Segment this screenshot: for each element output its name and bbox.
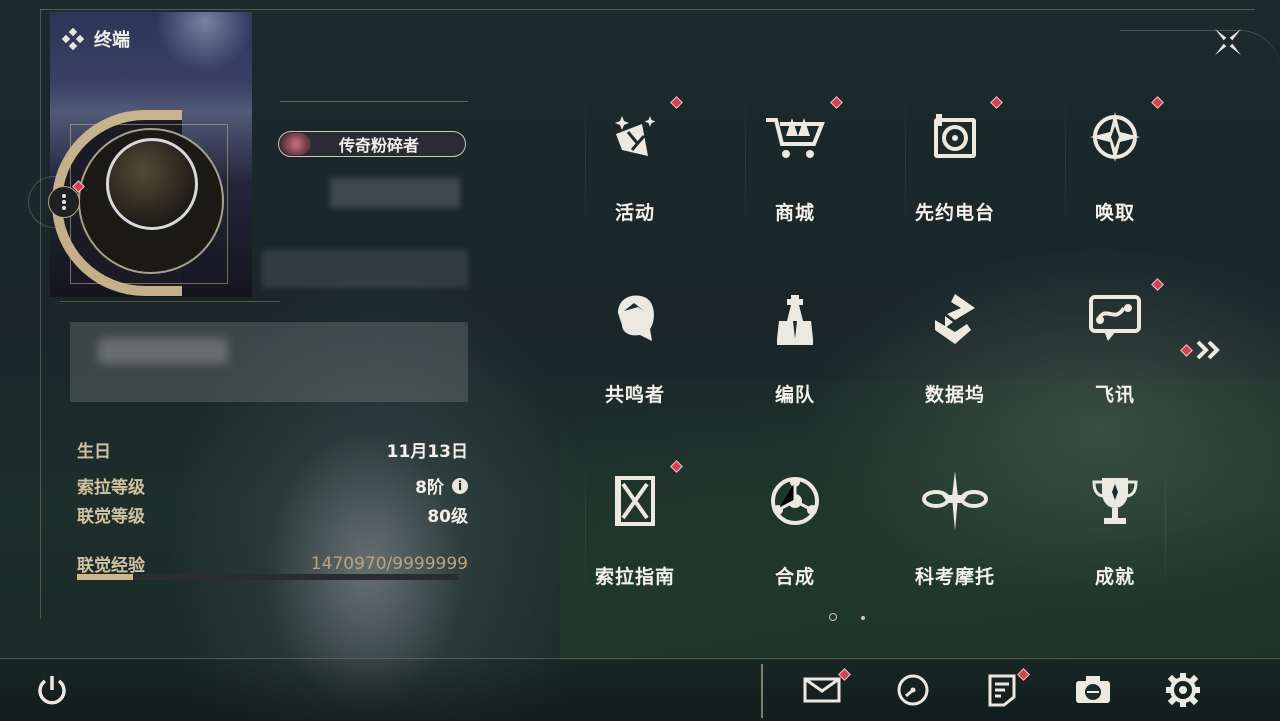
birthday-row: 生日 11月13日 bbox=[77, 437, 468, 462]
menu-item-label: 先约电台 bbox=[914, 202, 995, 224]
menu-item-label: 合成 bbox=[774, 566, 815, 588]
settings-button[interactable] bbox=[1161, 668, 1205, 712]
terminal-title-text: 终端 bbox=[94, 30, 130, 51]
camera-button[interactable] bbox=[1071, 668, 1115, 712]
power-button[interactable] bbox=[30, 668, 74, 712]
bottom-divider bbox=[761, 664, 763, 718]
union-exp-progress-fill bbox=[77, 574, 134, 580]
menu-item-label: 编队 bbox=[774, 384, 815, 406]
title-emblem-icon bbox=[281, 133, 311, 155]
menu-item-resonator[interactable]: 共鸣者 bbox=[560, 272, 710, 422]
clock-icon bbox=[897, 674, 929, 706]
title-badge-button[interactable]: 传奇粉碎者 bbox=[278, 131, 466, 157]
guide-book-icon bbox=[600, 466, 670, 536]
avatar-figure bbox=[106, 138, 198, 230]
menu-item-event[interactable]: 活动 bbox=[560, 90, 710, 240]
sola-level-value: 8阶 bbox=[415, 478, 444, 498]
camera-icon bbox=[1076, 676, 1110, 703]
menu-item-guide[interactable]: 索拉指南 bbox=[560, 454, 710, 604]
synthesis-icon bbox=[760, 466, 830, 536]
radio-icon bbox=[920, 102, 990, 172]
union-level-row: 联觉等级 80级 bbox=[77, 502, 468, 527]
menu-item-label: 唤取 bbox=[1094, 202, 1135, 224]
menu-item-label: 共鸣者 bbox=[604, 384, 665, 406]
page-indicator-active[interactable] bbox=[829, 613, 837, 621]
menu-item-data-dock[interactable]: 数据坞 bbox=[880, 272, 1030, 422]
union-exp-value: 1470970/9999999 bbox=[310, 553, 468, 574]
player-name-blurred bbox=[330, 178, 460, 208]
close-icon bbox=[1215, 29, 1241, 55]
power-icon bbox=[38, 676, 66, 705]
divider-line bbox=[280, 101, 468, 102]
frame-curve bbox=[1120, 30, 1280, 79]
history-button[interactable] bbox=[891, 668, 935, 712]
menu-item-label: 飞讯 bbox=[1094, 384, 1135, 406]
event-icon bbox=[600, 102, 670, 172]
page-title: 终端 bbox=[62, 26, 130, 52]
menu-item-label: 科考摩托 bbox=[914, 566, 995, 588]
menu-item-shop[interactable]: 商城 bbox=[720, 90, 870, 240]
more-vertical-icon bbox=[62, 194, 66, 210]
chess-team-icon bbox=[760, 284, 830, 354]
divider-line bbox=[60, 301, 280, 302]
menu-item-label: 商城 bbox=[774, 202, 815, 224]
close-button[interactable] bbox=[1208, 22, 1248, 62]
frame-line-top bbox=[40, 9, 1255, 10]
union-exp-progress-bar bbox=[77, 574, 459, 580]
settings-gear-icon bbox=[1166, 673, 1200, 707]
menu-item-label: 索拉指南 bbox=[594, 566, 675, 588]
birthday-value: 11月13日 bbox=[386, 442, 468, 462]
sola-level-label: 索拉等级 bbox=[77, 478, 145, 498]
menu-item-label: 活动 bbox=[614, 202, 655, 224]
union-level-value: 80级 bbox=[427, 507, 468, 527]
chat-message-icon bbox=[1080, 284, 1150, 354]
summon-compass-icon bbox=[1080, 102, 1150, 172]
trophy-icon bbox=[1080, 466, 1150, 536]
player-id-blurred bbox=[262, 250, 468, 288]
double-chevron-right-icon bbox=[1196, 340, 1220, 360]
notice-icon bbox=[988, 674, 1016, 707]
signature-blurred bbox=[98, 338, 228, 364]
data-dock-icon bbox=[920, 284, 990, 354]
shop-cart-icon bbox=[760, 102, 830, 172]
next-page-button[interactable] bbox=[1194, 338, 1224, 362]
menu-item-label: 数据坞 bbox=[924, 384, 985, 406]
info-icon[interactable]: i bbox=[452, 477, 468, 494]
menu-item-summon[interactable]: 唤取 bbox=[1040, 90, 1190, 240]
union-level-label: 联觉等级 bbox=[77, 507, 145, 527]
frame-line-left bbox=[40, 9, 41, 619]
sola-level-row: 索拉等级 8阶 i bbox=[77, 473, 468, 498]
menu-item-achievement[interactable]: 成就 bbox=[1040, 454, 1190, 604]
menu-item-synthesis[interactable]: 合成 bbox=[720, 454, 870, 604]
avatar-options-button[interactable] bbox=[48, 186, 80, 218]
motorbike-icon bbox=[920, 466, 990, 536]
union-exp-label: 联觉经验 bbox=[77, 556, 145, 576]
union-exp-row: 联觉经验 1470970/9999999 bbox=[77, 551, 468, 577]
menu-item-label: 成就 bbox=[1094, 566, 1135, 588]
menu-item-radio[interactable]: 先约电台 bbox=[880, 90, 1030, 240]
menu-item-team[interactable]: 编队 bbox=[720, 272, 870, 422]
page-indicator[interactable] bbox=[861, 616, 865, 620]
birthday-label: 生日 bbox=[77, 442, 111, 462]
menu-item-messages[interactable]: 飞讯 bbox=[1040, 272, 1190, 422]
mail-icon bbox=[803, 677, 841, 703]
title-badge-label: 传奇粉碎者 bbox=[339, 136, 420, 155]
terminal-diamond-icon bbox=[62, 28, 84, 50]
sola-level-value-wrap: 8阶 i bbox=[415, 473, 468, 498]
menu-item-motorbike[interactable]: 科考摩托 bbox=[880, 454, 1030, 604]
resonator-head-icon bbox=[600, 284, 670, 354]
